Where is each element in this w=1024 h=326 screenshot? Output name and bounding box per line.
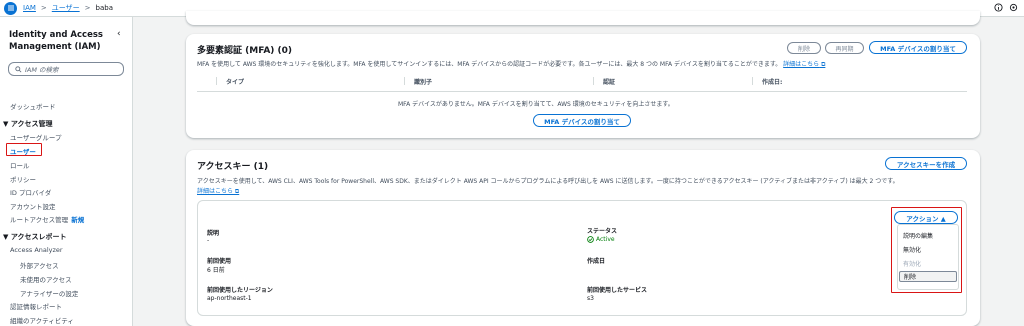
sidebar-item-root-access[interactable]: ルートアクセス管理 新規 xyxy=(10,214,84,224)
last-region-value: ap-northeast-1 xyxy=(207,295,252,302)
sidebar-item-unused-access[interactable]: 未使用のアクセス xyxy=(20,274,72,284)
sidebar-item-analyzer-settings[interactable]: アナライザーの設定 xyxy=(20,288,78,298)
column-divider xyxy=(216,77,217,85)
access-keys-learn-more: 詳細はこちら ⧉ xyxy=(197,186,239,196)
description-label: 説明 xyxy=(207,230,220,237)
menu-icon[interactable] xyxy=(4,1,17,15)
previous-panel xyxy=(186,11,980,25)
last-service-label: 前回使用したサービス xyxy=(587,287,648,294)
highlight-box-users xyxy=(6,143,42,156)
sidebar-item-account-settings[interactable]: アカウント設定 xyxy=(10,201,56,211)
mfa-empty-assign-button[interactable]: MFA デバイスの割り当て xyxy=(533,114,631,127)
info-icon[interactable] xyxy=(994,3,1003,12)
access-keys-description: アクセスキーを使用して、AWS CLI、AWS Tools for PowerS… xyxy=(197,178,899,185)
status-label: ステータス xyxy=(587,228,618,235)
sidebar-item-roles[interactable]: ロール xyxy=(10,160,30,170)
external-link-icon: ⧉ xyxy=(819,61,826,68)
breadcrumb-users[interactable]: ユーザー xyxy=(52,3,80,13)
chevron-right-icon: > xyxy=(84,4,91,12)
description-value: - xyxy=(207,237,210,244)
sidebar-section-access-management[interactable]: ▼ アクセス管理 xyxy=(3,119,52,129)
sidebar-item-user-groups[interactable]: ユーザーグループ xyxy=(10,132,61,142)
search-input[interactable]: IAM の検索 xyxy=(8,62,124,76)
sidebar-item-id-providers[interactable]: ID プロバイダ xyxy=(10,187,51,197)
column-header-auth[interactable]: 認証 xyxy=(603,77,615,86)
access-key-card xyxy=(197,200,967,316)
last-region-label: 前回使用したリージョン xyxy=(207,287,273,294)
table-header-divider xyxy=(197,91,967,92)
sidebar-item-external-access[interactable]: 外部アクセス xyxy=(20,260,59,270)
column-divider xyxy=(404,77,405,85)
sidebar-item-credential-report[interactable]: 認証情報レポート xyxy=(10,301,62,311)
external-link-icon: ⧉ xyxy=(233,188,240,195)
mfa-learn-more-link[interactable]: 詳細はこちら xyxy=(783,61,819,68)
mfa-delete-button[interactable]: 削除 xyxy=(787,42,821,54)
sidebar-title: Identity and Access Management (IAM) xyxy=(9,30,103,52)
mfa-description: MFA を使用して AWS 環境のセキュリティを強化します。MFA を使用してサ… xyxy=(197,59,825,69)
last-used-value: 6 日前 xyxy=(207,267,225,274)
access-keys-learn-more-link[interactable]: 詳細はこちら xyxy=(197,188,233,195)
column-divider xyxy=(752,77,753,85)
created-label: 作成日 xyxy=(587,258,606,265)
settings-icon[interactable] xyxy=(1009,3,1018,12)
column-header-type[interactable]: タイプ xyxy=(226,77,244,86)
check-circle-icon xyxy=(587,236,594,243)
column-divider xyxy=(593,77,594,85)
column-header-identifier[interactable]: 識別子 xyxy=(414,77,432,86)
breadcrumb: IAM > ユーザー > baba xyxy=(23,3,113,13)
search-placeholder: IAM の検索 xyxy=(25,66,59,74)
search-icon xyxy=(15,65,22,72)
sidebar: Identity and Access Management (IAM) ‹ I… xyxy=(0,17,133,326)
highlight-box-actions xyxy=(891,207,962,293)
mfa-empty-message: MFA デバイスがありません。MFA デバイスを割り当てて、AWS 環境のセキュ… xyxy=(398,101,674,108)
chevron-left-icon[interactable]: ‹ xyxy=(117,29,121,39)
sidebar-item-root-access-label: ルートアクセス管理 xyxy=(10,216,69,224)
access-keys-title: アクセスキー (1) xyxy=(197,162,269,172)
sidebar-item-access-analyzer[interactable]: Access Analyzer xyxy=(10,246,63,254)
sidebar-item-dashboard[interactable]: ダッシュボード xyxy=(10,101,56,111)
sidebar-item-policies[interactable]: ポリシー xyxy=(10,174,36,184)
sidebar-section-access-reports[interactable]: ▼ アクセスレポート xyxy=(3,232,66,242)
breadcrumb-iam[interactable]: IAM xyxy=(23,4,36,12)
chevron-right-icon: > xyxy=(40,4,47,12)
mfa-title: 多要素認証 (MFA) (0) xyxy=(197,46,293,56)
create-access-key-button[interactable]: アクセスキーを作成 xyxy=(885,157,967,170)
last-used-label: 前回使用 xyxy=(207,258,232,265)
column-header-created[interactable]: 作成日: xyxy=(762,77,782,86)
status-badge: Active xyxy=(587,236,615,243)
new-badge: 新規 xyxy=(71,216,85,224)
breadcrumb-current: baba xyxy=(95,4,113,12)
mfa-assign-button[interactable]: MFA デバイスの割り当て xyxy=(869,41,967,54)
mfa-resync-button[interactable]: 再同期 xyxy=(825,42,864,54)
mfa-description-text: MFA を使用して AWS 環境のセキュリティを強化します。MFA を使用してサ… xyxy=(197,61,782,68)
last-service-value: s3 xyxy=(587,295,594,302)
status-value: Active xyxy=(596,236,615,243)
sidebar-item-org-activity[interactable]: 組織のアクティビティ xyxy=(10,315,74,325)
